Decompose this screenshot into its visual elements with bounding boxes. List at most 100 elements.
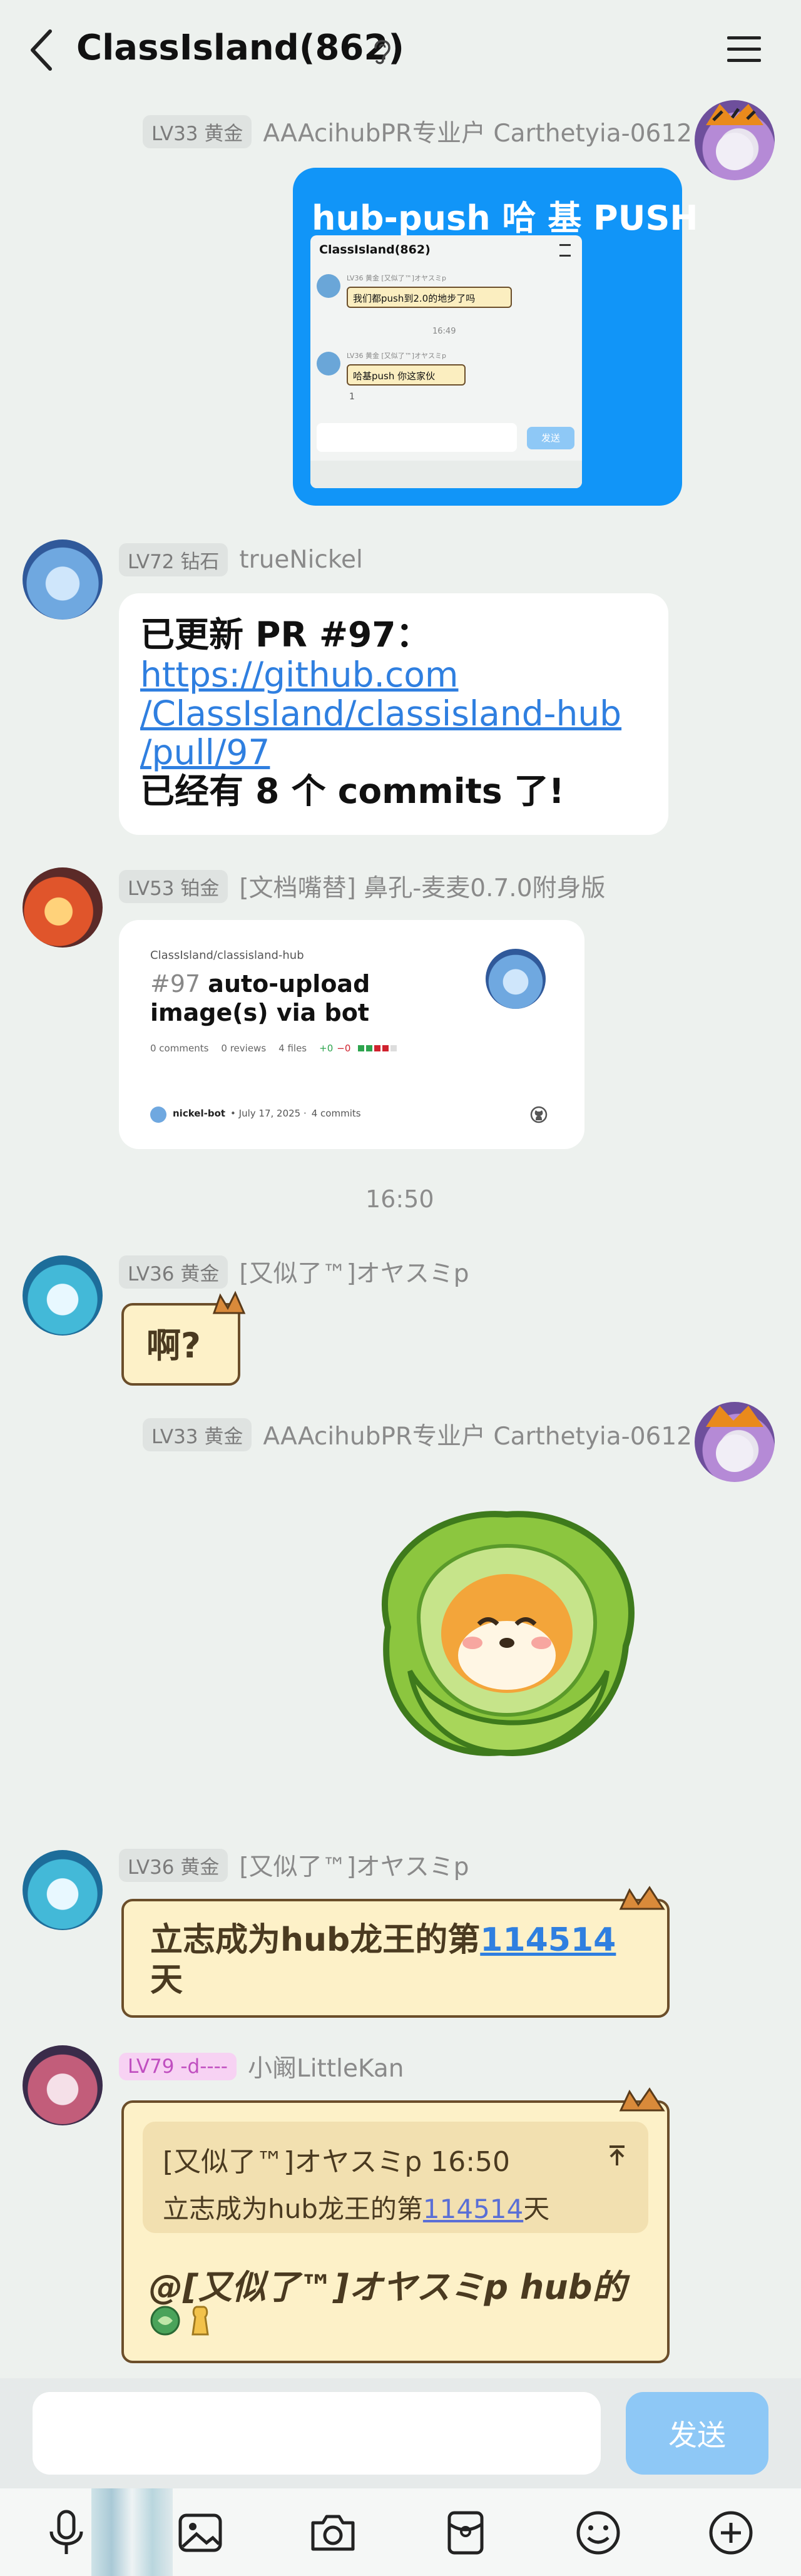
quoted-message[interactable]: [又似了™]オヤスミp 16:50 立志成为hub龙王的第114514天 — [143, 2122, 648, 2233]
cabbage-shiba-sticker[interactable] — [350, 1483, 663, 1784]
card-footer: nickel-bot • July 17, 2025 · 4 commits — [173, 1108, 361, 1119]
camera-icon[interactable] — [307, 2507, 359, 2559]
card-title-line: image(s) via bot — [150, 999, 369, 1026]
sender-name[interactable]: 小阚LittleKan — [248, 2049, 404, 2084]
chat-title[interactable]: ClassIsland(862) — [76, 28, 404, 68]
back-arrow-icon[interactable] — [25, 25, 63, 75]
message-text-part: 天 — [150, 1961, 183, 1999]
message-text: 立志成为hub龙王的第114514 天 — [150, 1920, 645, 2000]
message-bubble[interactable]: hub-push 哈 基 PUSH ClassIsland(862) LV36 … — [293, 168, 698, 506]
cat-ears-icon — [619, 1886, 665, 1910]
message-input[interactable] — [33, 2392, 601, 2475]
quote-text-part: 天 — [523, 2194, 550, 2224]
pr-link[interactable]: /ClassIsland/classisland-hub — [140, 693, 621, 733]
sender-line: LV33 黄金 AAAcihubPR专业户 Carthetyia-0612 — [143, 115, 692, 148]
avatar[interactable] — [695, 1402, 775, 1482]
quote-text-part: 立志成为hub龙王的第 — [163, 2194, 423, 2224]
message-bubble[interactable]: [又似了™]オヤスミp 16:50 立志成为hub龙王的第114514天 @[又… — [121, 2087, 670, 2363]
sender-line: LV33 黄金 AAAcihubPR专业户 Carthetyia-0612 — [143, 1418, 692, 1451]
bubble-title: hub-push 哈 基 PUSH — [312, 198, 698, 238]
red-packet-icon[interactable] — [439, 2507, 492, 2559]
quote-text: 立志成为hub龙王的第114514天 — [163, 2188, 549, 2226]
diff-additions: +0 — [319, 1043, 334, 1054]
avatar[interactable] — [23, 1850, 103, 1930]
preview-sender: LV36 黄金 [又似了™]オヤスミp — [347, 274, 446, 282]
sender-name[interactable]: AAAcihubPR专业户 Carthetyia-0612 — [263, 114, 692, 149]
avatar[interactable] — [23, 539, 103, 620]
preview-title: ClassIsland(862) — [319, 243, 431, 257]
emoji-icon[interactable] — [572, 2507, 625, 2559]
card-author: nickel-bot — [173, 1108, 226, 1119]
level-badge: LV33 黄金 — [143, 115, 252, 148]
sender-name[interactable]: AAAcihubPR专业户 Carthetyia-0612 — [263, 1417, 692, 1452]
preview-input — [317, 423, 517, 452]
preview-time: 16:49 — [432, 327, 456, 336]
sender-name[interactable]: trueNickel — [239, 546, 363, 574]
card-title-line: auto-upload — [208, 970, 370, 998]
diff-bar-icon — [358, 1045, 397, 1051]
message-text: 啊? — [146, 1326, 201, 1366]
embedded-screenshot[interactable]: ClassIsland(862) LV36 黄金 [又似了™]オヤスミp 我们都… — [310, 235, 582, 488]
level-badge: LV79 -d---- — [119, 2053, 237, 2080]
hamburger-menu-icon[interactable] — [725, 34, 763, 65]
bot-avatar — [150, 1107, 166, 1123]
card-repo: ClassIsland/classisland-hub — [150, 949, 304, 962]
pr-number: #97 — [150, 970, 201, 998]
level-badge: LV33 黄金 — [143, 1418, 252, 1451]
card-commits: 4 commits — [311, 1108, 361, 1119]
level-badge: LV36 黄金 — [119, 1255, 228, 1289]
diff-deletions: −0 — [337, 1043, 351, 1054]
level-badge: LV36 黄金 — [119, 1848, 228, 1882]
sender-name[interactable]: [文档嘴替] 鼻孔-麦麦0.7.0附身版 — [239, 869, 605, 904]
drag-handle[interactable] — [91, 2488, 173, 2576]
pr-link[interactable]: https://github.com — [140, 655, 458, 695]
message-bubble[interactable]: 啊? — [121, 1291, 246, 1386]
avatar[interactable] — [695, 100, 775, 180]
github-pr-card[interactable]: ClassIsland/classisland-hub #97 auto-upl… — [119, 920, 584, 1149]
sender-line: LV53 铂金 [文档嘴替] 鼻孔-麦麦0.7.0附身版 — [119, 869, 606, 904]
reviews-count: 0 reviews — [221, 1043, 267, 1054]
number-link[interactable]: 114514 — [423, 2194, 523, 2224]
send-button[interactable]: 发送 — [626, 2392, 768, 2475]
author-avatar — [486, 949, 546, 1009]
avatar[interactable] — [23, 2045, 103, 2125]
dragon-icon — [150, 2306, 209, 2336]
mic-icon[interactable] — [40, 2507, 93, 2559]
sender-line: LV79 -d---- 小阚LittleKan — [119, 2050, 404, 2083]
message-text: 已更新 PR #97： — [140, 615, 431, 655]
message-bubble[interactable]: 已更新 PR #97： https://github.com /ClassIsl… — [119, 593, 668, 835]
card-stats: 0 comments 0 reviews 4 files +0 −0 — [150, 1043, 350, 1054]
jump-to-top-icon[interactable] — [605, 2143, 630, 2168]
number-link[interactable]: 114514 — [480, 1921, 616, 1959]
card-title: #97 auto-upload — [150, 970, 370, 998]
avatar[interactable] — [23, 867, 103, 948]
preview-reaction: 1 — [349, 392, 355, 402]
message-text-part: 立志成为hub龙王的第 — [150, 1921, 481, 1959]
reply-emoji — [149, 2302, 218, 2348]
reply-text: @[又似了™]オヤスミp hub的 — [149, 2267, 626, 2307]
preview-toolbar — [310, 461, 582, 488]
preview-send: 发送 — [527, 427, 574, 449]
card-date: • July 17, 2025 · — [230, 1108, 307, 1119]
preview-message: 我们都push到2.0的地步了吗 — [347, 287, 512, 308]
files-count: 4 files — [278, 1043, 307, 1054]
message-bubble[interactable]: 立志成为hub龙王的第114514 天 — [121, 1886, 670, 2018]
image-icon[interactable] — [174, 2507, 227, 2559]
sender-line: LV36 黄金 [又似了™]オヤスミp — [119, 1848, 469, 1883]
cat-ears-icon — [212, 1291, 246, 1314]
ear-icon — [374, 39, 390, 64]
sender-line: LV36 黄金 [又似了™]オヤスミp — [119, 1254, 469, 1289]
github-icon — [530, 1106, 548, 1123]
pr-link[interactable]: /pull/97 — [140, 732, 270, 772]
sender-name[interactable]: [又似了™]オヤスミp — [239, 1848, 469, 1883]
comments-count: 0 comments — [150, 1043, 209, 1054]
plus-icon[interactable] — [705, 2507, 757, 2559]
preview-avatar — [317, 274, 340, 298]
avatar[interactable] — [23, 1255, 103, 1336]
message-text: 已经有 8 个 commits 了! — [140, 771, 564, 811]
timestamp: 16:50 — [365, 1185, 434, 1213]
sender-name[interactable]: [又似了™]オヤスミp — [239, 1254, 469, 1289]
preview-sender: LV36 黄金 [又似了™]オヤスミp — [347, 352, 446, 360]
preview-menu-icon — [559, 244, 571, 257]
preview-avatar — [317, 352, 340, 376]
